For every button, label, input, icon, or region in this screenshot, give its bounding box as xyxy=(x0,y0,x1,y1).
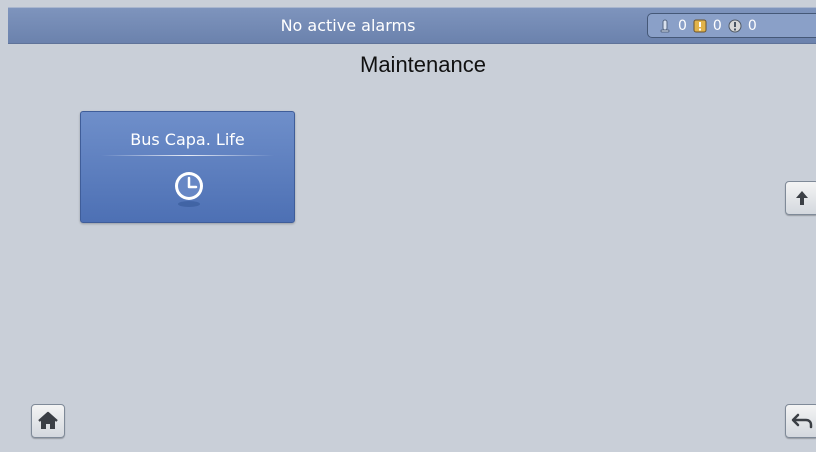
home-button[interactable] xyxy=(31,404,65,438)
back-button[interactable] xyxy=(785,404,816,438)
tile-label: Bus Capa. Life xyxy=(130,130,245,149)
warning-alarm-count: 0 xyxy=(712,17,722,34)
scroll-up-button[interactable] xyxy=(785,181,816,215)
critical-alarm-count: 0 xyxy=(747,17,757,34)
back-arrow-icon xyxy=(791,413,813,429)
info-alarm-counter: 0 xyxy=(658,18,687,34)
page-title: Maintenance xyxy=(360,52,486,77)
warning-alarm-counter: 0 xyxy=(693,18,722,34)
arrow-up-icon xyxy=(796,191,808,205)
warning-alarm-icon xyxy=(693,19,707,32)
info-alarm-icon xyxy=(660,19,670,32)
status-bar: No active alarms 0 0 0 xyxy=(8,7,816,44)
alarm-status-text: No active alarms xyxy=(280,16,416,35)
maintenance-screen: No active alarms 0 0 0 Maintenance Bus C… xyxy=(0,0,816,452)
critical-alarm-counter: 0 xyxy=(728,18,757,34)
info-alarm-count: 0 xyxy=(678,17,687,34)
bus-capa-life-tile[interactable]: Bus Capa. Life xyxy=(80,111,295,223)
home-icon xyxy=(38,411,58,429)
critical-alarm-icon xyxy=(728,19,742,32)
clock-icon xyxy=(175,172,203,207)
tile-divider xyxy=(101,155,274,156)
alarm-summary[interactable]: 0 0 0 xyxy=(647,13,816,38)
